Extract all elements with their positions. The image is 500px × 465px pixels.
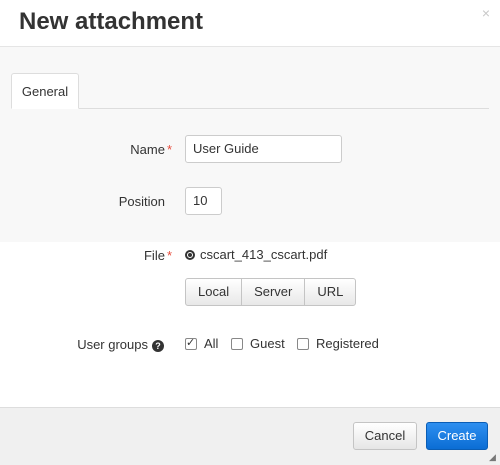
user-groups-label-text: User groups (77, 337, 148, 352)
file-status-icon (185, 250, 195, 260)
required-mark: * (166, 142, 172, 157)
cancel-button[interactable]: Cancel (353, 422, 417, 450)
file-source-buttons: Local Server URL (185, 278, 357, 306)
all-checkbox-label: All (204, 336, 219, 351)
name-label-text: Name (130, 142, 165, 157)
resize-handle-icon[interactable]: ◢ (489, 453, 497, 462)
dialog-title: New attachment (19, 8, 204, 35)
registered-checkbox-label: Registered (316, 336, 379, 351)
close-icon[interactable]: × (482, 5, 490, 21)
guest-checkbox[interactable] (231, 338, 243, 350)
all-checkbox[interactable] (185, 336, 197, 350)
position-label: Position (118, 194, 165, 209)
dialog-header: New attachment × (0, 0, 500, 47)
tabs-divider (11, 108, 489, 109)
file-label-text: File (143, 248, 165, 263)
name-input[interactable]: User Guide (185, 135, 342, 163)
required-mark: * (166, 248, 172, 263)
url-button[interactable]: URL (304, 279, 355, 305)
file-label: File * (12, 248, 172, 263)
user-groups-label: User groups? (4, 337, 164, 352)
dialog-footer (0, 407, 500, 465)
selected-file: cscart_413_cscart.pdf (185, 247, 327, 263)
name-label: Name * (12, 142, 172, 157)
server-button[interactable]: Server (241, 279, 304, 305)
create-button[interactable]: Create (426, 422, 488, 450)
guest-checkbox-label: Guest (250, 336, 285, 351)
tab-general[interactable]: General (11, 73, 79, 109)
help-icon[interactable]: ? (152, 340, 164, 352)
local-button[interactable]: Local (186, 279, 241, 305)
position-input[interactable]: 10 (185, 187, 222, 215)
file-name-text: cscart_413_cscart.pdf (200, 247, 328, 262)
registered-checkbox[interactable] (297, 338, 309, 350)
